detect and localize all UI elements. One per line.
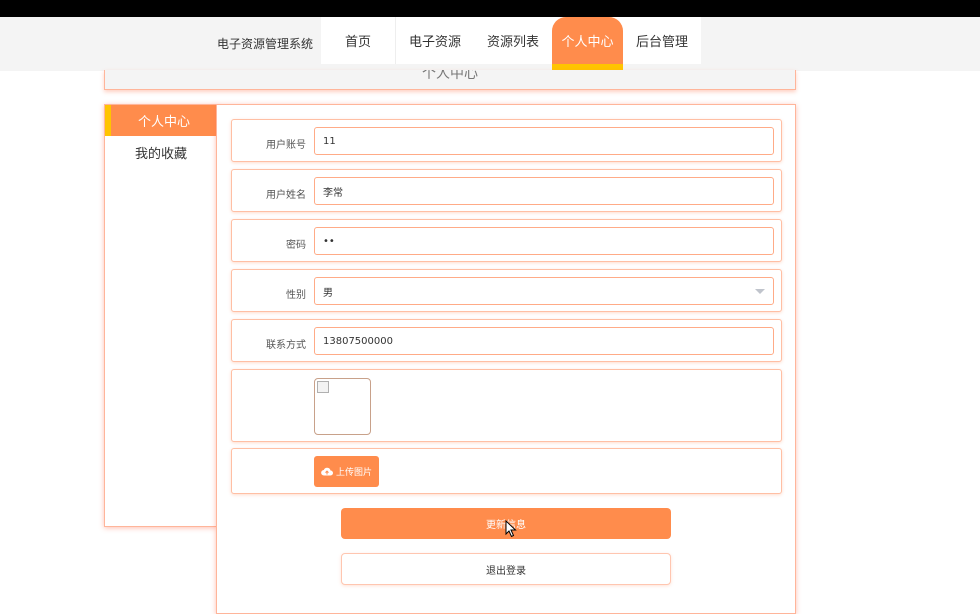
phone-label: 联系方式 (266, 340, 306, 351)
upload-image-button[interactable]: 上传图片 (314, 456, 379, 487)
gender-label: 性别 (286, 290, 306, 301)
account-label: 用户账号 (266, 140, 306, 151)
sidebar: 个人中心 我的收藏 (104, 104, 217, 527)
password-label: 密码 (286, 240, 306, 251)
nav-home[interactable]: 首页 (321, 17, 395, 64)
sidebar-item-favorites[interactable]: 我的收藏 (105, 143, 217, 162)
top-navbar: 电子资源管理系统 首页 电子资源 资源列表 个人中心 后台管理 (0, 17, 980, 71)
upload-image-label: 上传图片 (335, 468, 372, 478)
nav-resource-list[interactable]: 资源列表 (474, 17, 553, 64)
broken-image-icon (317, 381, 329, 393)
form-row-password: 密码 •• (231, 219, 782, 262)
chevron-down-icon (755, 289, 765, 294)
form-row-phone: 联系方式 13807500000 (231, 319, 782, 362)
sidebar-item-personal-center[interactable]: 个人中心 (105, 105, 217, 136)
form-row-name: 用户姓名 李常 (231, 169, 782, 212)
name-input[interactable]: 李常 (314, 177, 774, 205)
logout-button[interactable]: 退出登录 (341, 553, 671, 585)
page-banner: 个人中心 (104, 70, 796, 90)
phone-input[interactable]: 13807500000 (314, 327, 774, 355)
account-input[interactable]: 11 (314, 127, 774, 155)
mouse-pointer-icon (505, 520, 517, 538)
nav-personal-center[interactable]: 个人中心 (552, 17, 624, 70)
cloud-upload-icon (321, 467, 333, 476)
main-nav: 首页 电子资源 资源列表 个人中心 后台管理 (321, 17, 702, 70)
form-row-account: 用户账号 11 (231, 119, 782, 162)
site-title: 电子资源管理系统 (217, 37, 314, 51)
window-top-bar (0, 0, 980, 17)
avatar-image (314, 378, 371, 435)
form-row-upload: 上传图片 (231, 448, 782, 494)
gender-value: 男 (323, 287, 333, 299)
password-input[interactable]: •• (314, 227, 774, 255)
name-label: 用户姓名 (266, 190, 306, 201)
nav-admin[interactable]: 后台管理 (623, 17, 702, 64)
form-row-gender: 性别 男 (231, 269, 782, 312)
page-title: 个人中心 (422, 70, 478, 82)
gender-select[interactable]: 男 (314, 277, 774, 305)
nav-e-resources[interactable]: 电子资源 (395, 17, 475, 64)
form-row-avatar (231, 369, 782, 442)
